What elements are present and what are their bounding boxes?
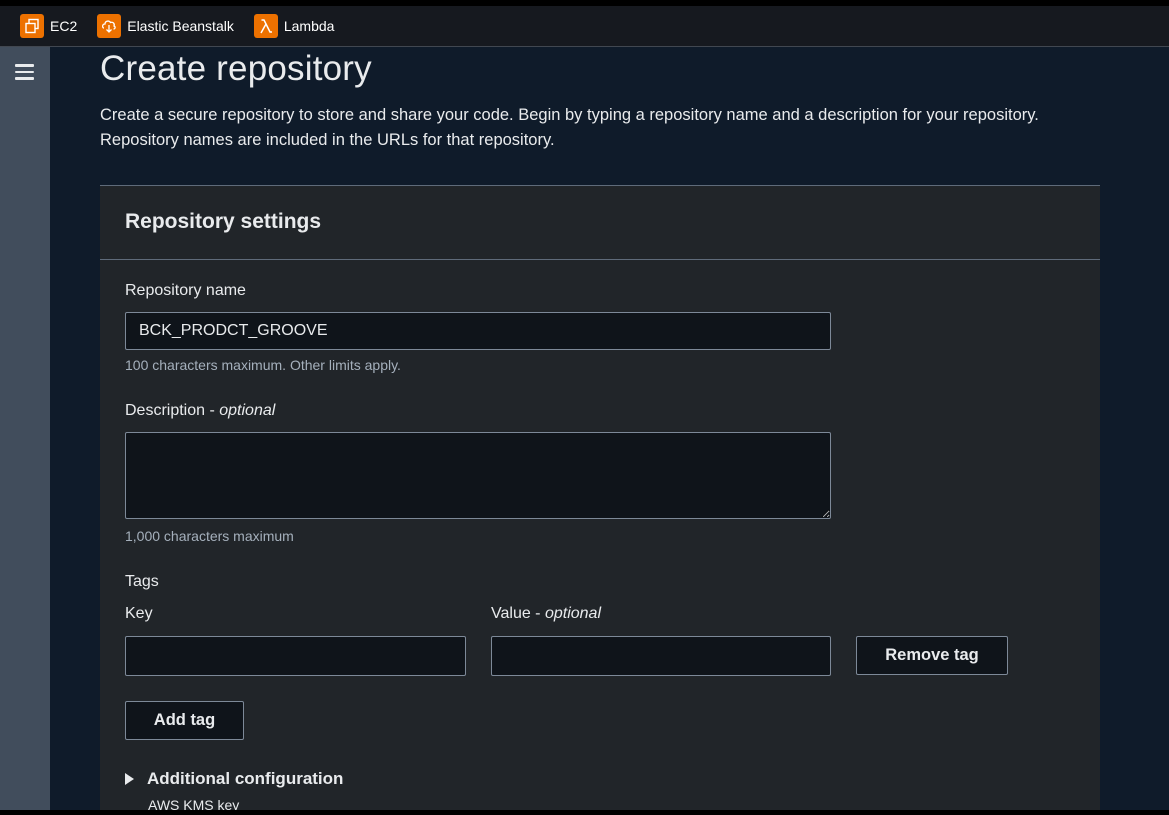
tag-value-label: Value - optional xyxy=(491,605,601,622)
elastic-beanstalk-icon xyxy=(97,14,122,38)
repository-settings-container: Repository settings Repository name 100 … xyxy=(100,185,1100,810)
repository-name-input[interactable] xyxy=(125,312,831,350)
additional-configuration-toggle[interactable]: Additional configuration xyxy=(125,769,343,789)
page-title: Create repository xyxy=(100,49,372,88)
page-description: Create a secure repository to store and … xyxy=(100,106,1039,149)
optional-label: optional xyxy=(219,402,276,419)
favorite-label: Lambda xyxy=(283,18,335,34)
optional-label: optional xyxy=(544,605,601,622)
side-nav-rail xyxy=(0,47,50,815)
container-title: Repository settings xyxy=(125,210,322,233)
favorites-bar: EC2 Elastic Beanstalk Lambda xyxy=(0,6,1169,47)
description-textarea[interactable] xyxy=(125,432,831,519)
description-label: Description - optional xyxy=(125,402,276,419)
favorite-label: EC2 xyxy=(50,18,78,34)
favorite-label: Elastic Beanstalk xyxy=(127,18,234,34)
remove-tag-button[interactable]: Remove tag xyxy=(856,636,1008,675)
ec2-icon xyxy=(20,14,44,38)
description-hint: 1,000 characters maximum xyxy=(125,528,294,544)
additional-configuration-label: Additional configuration xyxy=(147,769,344,788)
repository-name-label: Repository name xyxy=(125,282,246,299)
main-content: Create repository Create a secure reposi… xyxy=(50,47,1169,810)
description-label-text: Description xyxy=(125,402,206,419)
aws-kms-key-label: AWS KMS key xyxy=(148,797,240,810)
add-tag-button[interactable]: Add tag xyxy=(125,701,244,740)
tag-value-input[interactable] xyxy=(491,636,831,676)
favorite-elastic-beanstalk[interactable]: Elastic Beanstalk xyxy=(97,14,234,38)
container-header: Repository settings xyxy=(100,186,1100,260)
lambda-icon xyxy=(253,14,278,38)
favorite-lambda[interactable]: Lambda xyxy=(253,14,335,38)
favorite-ec2[interactable]: EC2 xyxy=(20,14,77,38)
tag-value-label-text: Value xyxy=(491,605,531,622)
tag-key-label: Key xyxy=(125,605,153,622)
hamburger-menu-icon[interactable] xyxy=(15,64,35,80)
tag-key-input[interactable] xyxy=(125,636,466,676)
repository-name-hint: 100 characters maximum. Other limits app… xyxy=(125,357,401,373)
caret-right-icon xyxy=(125,773,134,785)
tags-label: Tags xyxy=(125,573,159,590)
bottom-strip xyxy=(0,810,1169,815)
